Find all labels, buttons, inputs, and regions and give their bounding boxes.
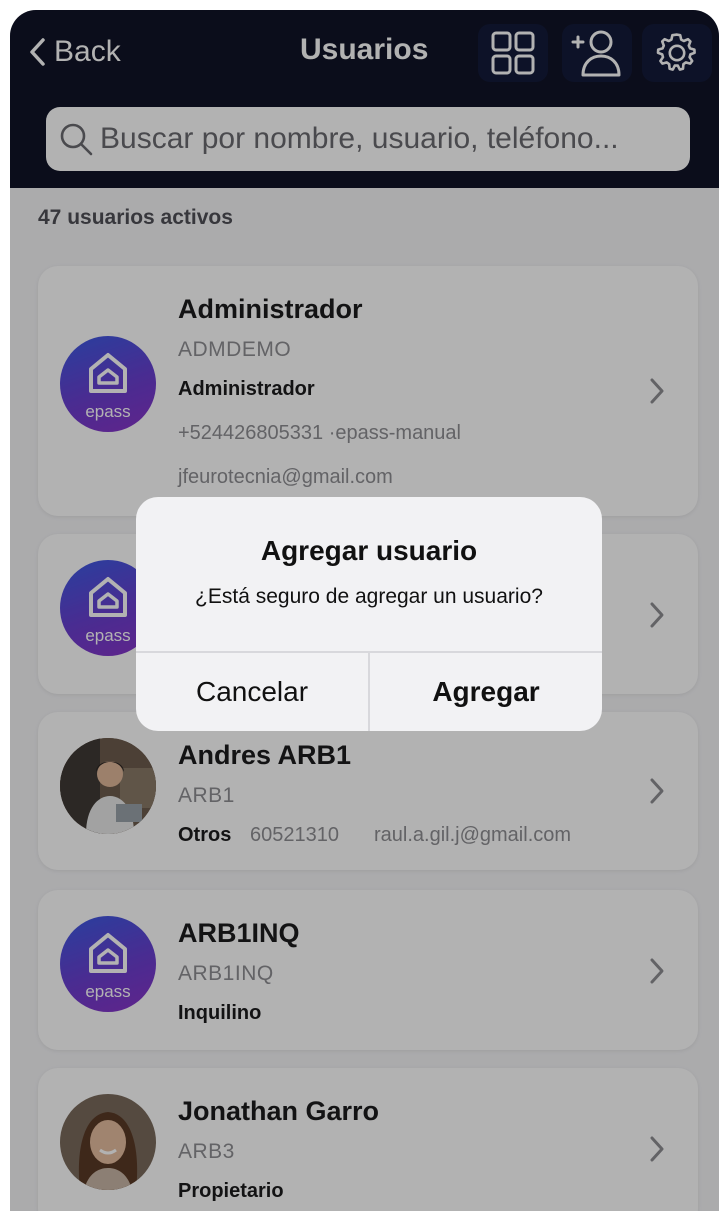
cancel-button[interactable]: Cancelar	[136, 653, 368, 731]
confirm-dialog: Agregar usuario ¿Está seguro de agregar …	[136, 497, 602, 731]
dialog-title: Agregar usuario	[260, 535, 478, 566]
app-screen: Back Usuarios Buscar por nombre, usuario…	[10, 10, 719, 1211]
confirm-add-button[interactable]: Agregar	[370, 653, 602, 731]
dialog-message: ¿Está seguro de agregar un usuario?	[195, 585, 543, 608]
